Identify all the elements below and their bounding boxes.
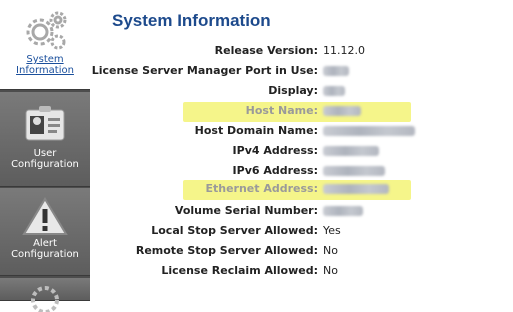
redacted-value bbox=[323, 106, 361, 116]
row-label: License Server Manager Port in Use: bbox=[91, 64, 318, 77]
redacted-value bbox=[323, 86, 345, 96]
row-label: Release Version: bbox=[214, 44, 318, 57]
row-label: IPv6 Address: bbox=[232, 164, 318, 177]
warning-icon bbox=[22, 197, 68, 235]
row-label: Host Name: bbox=[245, 104, 318, 117]
redacted-value bbox=[323, 206, 363, 216]
row-label: Ethernet Address: bbox=[205, 182, 318, 195]
nav-label: Information bbox=[16, 65, 74, 76]
redacted-value bbox=[323, 184, 389, 194]
id-badge-icon bbox=[25, 106, 65, 141]
info-row: Host Domain Name: bbox=[98, 122, 513, 142]
redacted-value bbox=[323, 166, 385, 176]
nav-system-information[interactable]: System Information bbox=[0, 0, 90, 90]
row-value: 11.12.0 bbox=[323, 44, 365, 57]
info-row: License Reclaim Allowed: No bbox=[98, 262, 513, 282]
nav-label: User bbox=[33, 148, 57, 159]
row-label: Display: bbox=[268, 84, 318, 97]
redacted-value bbox=[323, 66, 349, 76]
nav-label: Alert bbox=[33, 238, 57, 249]
info-row: Volume Serial Number: bbox=[98, 202, 513, 222]
row-value: No bbox=[323, 264, 338, 277]
info-row: IPv6 Address: bbox=[98, 162, 513, 182]
info-row: License Server Manager Port in Use: bbox=[92, 62, 513, 82]
row-label: Remote Stop Server Allowed: bbox=[135, 244, 318, 257]
info-row: Host Name: bbox=[98, 102, 513, 122]
nav-label: System bbox=[26, 54, 64, 65]
nav-label: Configuration bbox=[11, 159, 79, 170]
redacted-value bbox=[323, 146, 379, 156]
main-panel: System Information Release Version: 11.1… bbox=[92, 0, 513, 301]
row-value: No bbox=[323, 244, 338, 257]
page-title: System Information bbox=[112, 11, 271, 30]
nav-alert-configuration[interactable]: Alert Configuration bbox=[0, 188, 90, 276]
row-label: License Reclaim Allowed: bbox=[161, 264, 318, 277]
info-row: Local Stop Server Allowed: Yes bbox=[98, 222, 513, 242]
info-row: Remote Stop Server Allowed: No bbox=[98, 242, 513, 262]
nav-label: Configuration bbox=[11, 249, 79, 260]
redacted-value bbox=[323, 126, 415, 136]
info-row: Display: bbox=[98, 82, 513, 102]
nav-user-configuration[interactable]: User Configuration bbox=[0, 92, 90, 187]
info-row: IPv4 Address: bbox=[98, 142, 513, 162]
row-value: Yes bbox=[323, 224, 341, 237]
info-row: Ethernet Address: bbox=[98, 180, 513, 200]
row-label: IPv4 Address: bbox=[232, 144, 318, 157]
nav-item-partial[interactable] bbox=[0, 278, 90, 312]
row-label: Local Stop Server Allowed: bbox=[151, 224, 318, 237]
row-label: Volume Serial Number: bbox=[174, 204, 318, 217]
gears-icon bbox=[26, 11, 67, 50]
sidebar: System Information User Configuration Al… bbox=[0, 0, 90, 312]
gear-icon bbox=[31, 286, 59, 312]
row-label: Host Domain Name: bbox=[194, 124, 318, 137]
info-row: Release Version: 11.12.0 bbox=[98, 42, 513, 62]
